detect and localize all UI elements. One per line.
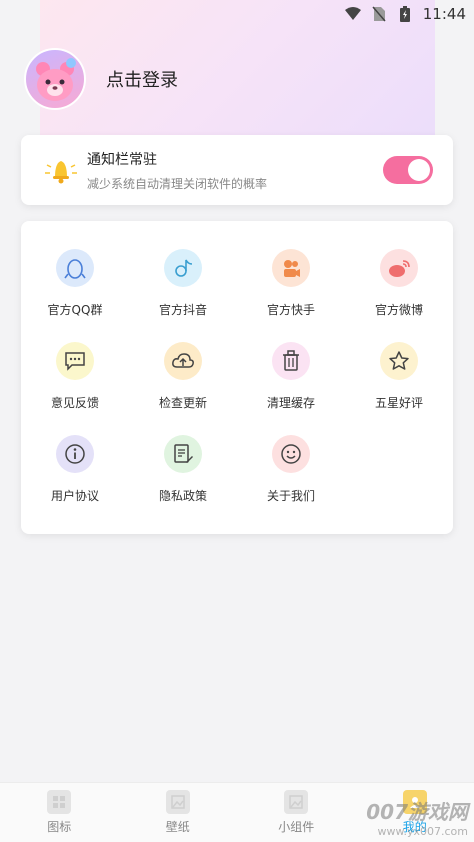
nav-label: 小组件 [278, 820, 315, 834]
grid-label: 五星好评 [374, 396, 423, 410]
nav-tab-widgets[interactable]: 小组件 [237, 783, 356, 842]
grid-label: 检查更新 [158, 396, 207, 410]
bottom-nav: 图标 壁纸 小组件 我的 [0, 782, 474, 842]
grid-item-douyin[interactable]: 官方抖音 [129, 249, 237, 329]
smiley-icon [272, 435, 310, 473]
wallpaper-tab-icon [165, 790, 190, 814]
profile-tab-icon [402, 790, 427, 814]
battery-charging-icon [397, 6, 413, 22]
weibo-icon [380, 249, 418, 287]
widget-tab-icon [284, 790, 309, 814]
toggle-knob [408, 159, 430, 181]
menu-grid: 官方QQ群 官方抖音 官方快手 官方微博 意见反馈 检查更新 清理缓存 五星好评… [21, 221, 453, 534]
nav-label: 图标 [47, 820, 72, 834]
nav-tab-profile[interactable]: 我的 [356, 783, 474, 842]
grid-item-kuaishou[interactable]: 官方快手 [237, 249, 345, 329]
wifi-icon [344, 6, 361, 22]
grid-item-weibo[interactable]: 官方微博 [345, 249, 453, 329]
status-bar: 11:44 [0, 0, 474, 28]
nav-tab-icons[interactable]: 图标 [0, 783, 119, 842]
trash-icon [272, 342, 310, 380]
grid-label: 意见反馈 [50, 396, 99, 410]
nav-tab-wallpaper[interactable]: 壁纸 [119, 783, 238, 842]
notification-card: 通知栏常驻 减少系统自动清理关闭软件的概率 [21, 135, 453, 205]
document-edit-icon [164, 435, 202, 473]
notice-subtitle: 减少系统自动清理关闭软件的概率 [87, 176, 268, 191]
grid-item-check-update[interactable]: 检查更新 [129, 342, 237, 422]
grid-label: 官方微博 [374, 303, 423, 317]
nav-label: 壁纸 [165, 820, 190, 834]
grid-item-user-agreement[interactable]: 用户协议 [21, 435, 129, 515]
bell-icon [41, 150, 81, 190]
qq-penguin-icon [56, 249, 94, 287]
nav-label: 我的 [402, 820, 427, 834]
grid-item-about-us[interactable]: 关于我们 [237, 435, 345, 515]
grid-item-qq-group[interactable]: 官方QQ群 [21, 249, 129, 329]
grid-label: 官方QQ群 [47, 303, 103, 317]
grid-label: 清理缓存 [266, 396, 315, 410]
info-icon [56, 435, 94, 473]
icons-tab-icon [47, 790, 72, 814]
avatar[interactable] [24, 48, 86, 110]
star-icon [380, 342, 418, 380]
grid-item-privacy-policy[interactable]: 隐私政策 [129, 435, 237, 515]
feedback-chat-icon [56, 342, 94, 380]
kuaishou-icon [272, 249, 310, 287]
grid-item-rate-five-star[interactable]: 五星好评 [345, 342, 453, 422]
grid-label: 用户协议 [50, 489, 99, 503]
grid-label: 官方快手 [266, 303, 315, 317]
status-time: 11:44 [422, 5, 466, 23]
grid-label: 隐私政策 [158, 489, 207, 503]
cloud-upload-icon [164, 342, 202, 380]
notification-toggle[interactable] [383, 156, 433, 184]
grid-item-clear-cache[interactable]: 清理缓存 [237, 342, 345, 422]
grid-label: 官方抖音 [158, 303, 207, 317]
grid-item-feedback[interactable]: 意见反馈 [21, 342, 129, 422]
notice-title: 通知栏常驻 [87, 151, 157, 168]
grid-label: 关于我们 [266, 489, 315, 503]
login-link[interactable]: 点击登录 [106, 66, 178, 92]
profile-header[interactable]: 点击登录 [24, 48, 178, 110]
douyin-icon [164, 249, 202, 287]
pink-bear-avatar [36, 58, 76, 101]
no-sim-icon [371, 6, 387, 22]
